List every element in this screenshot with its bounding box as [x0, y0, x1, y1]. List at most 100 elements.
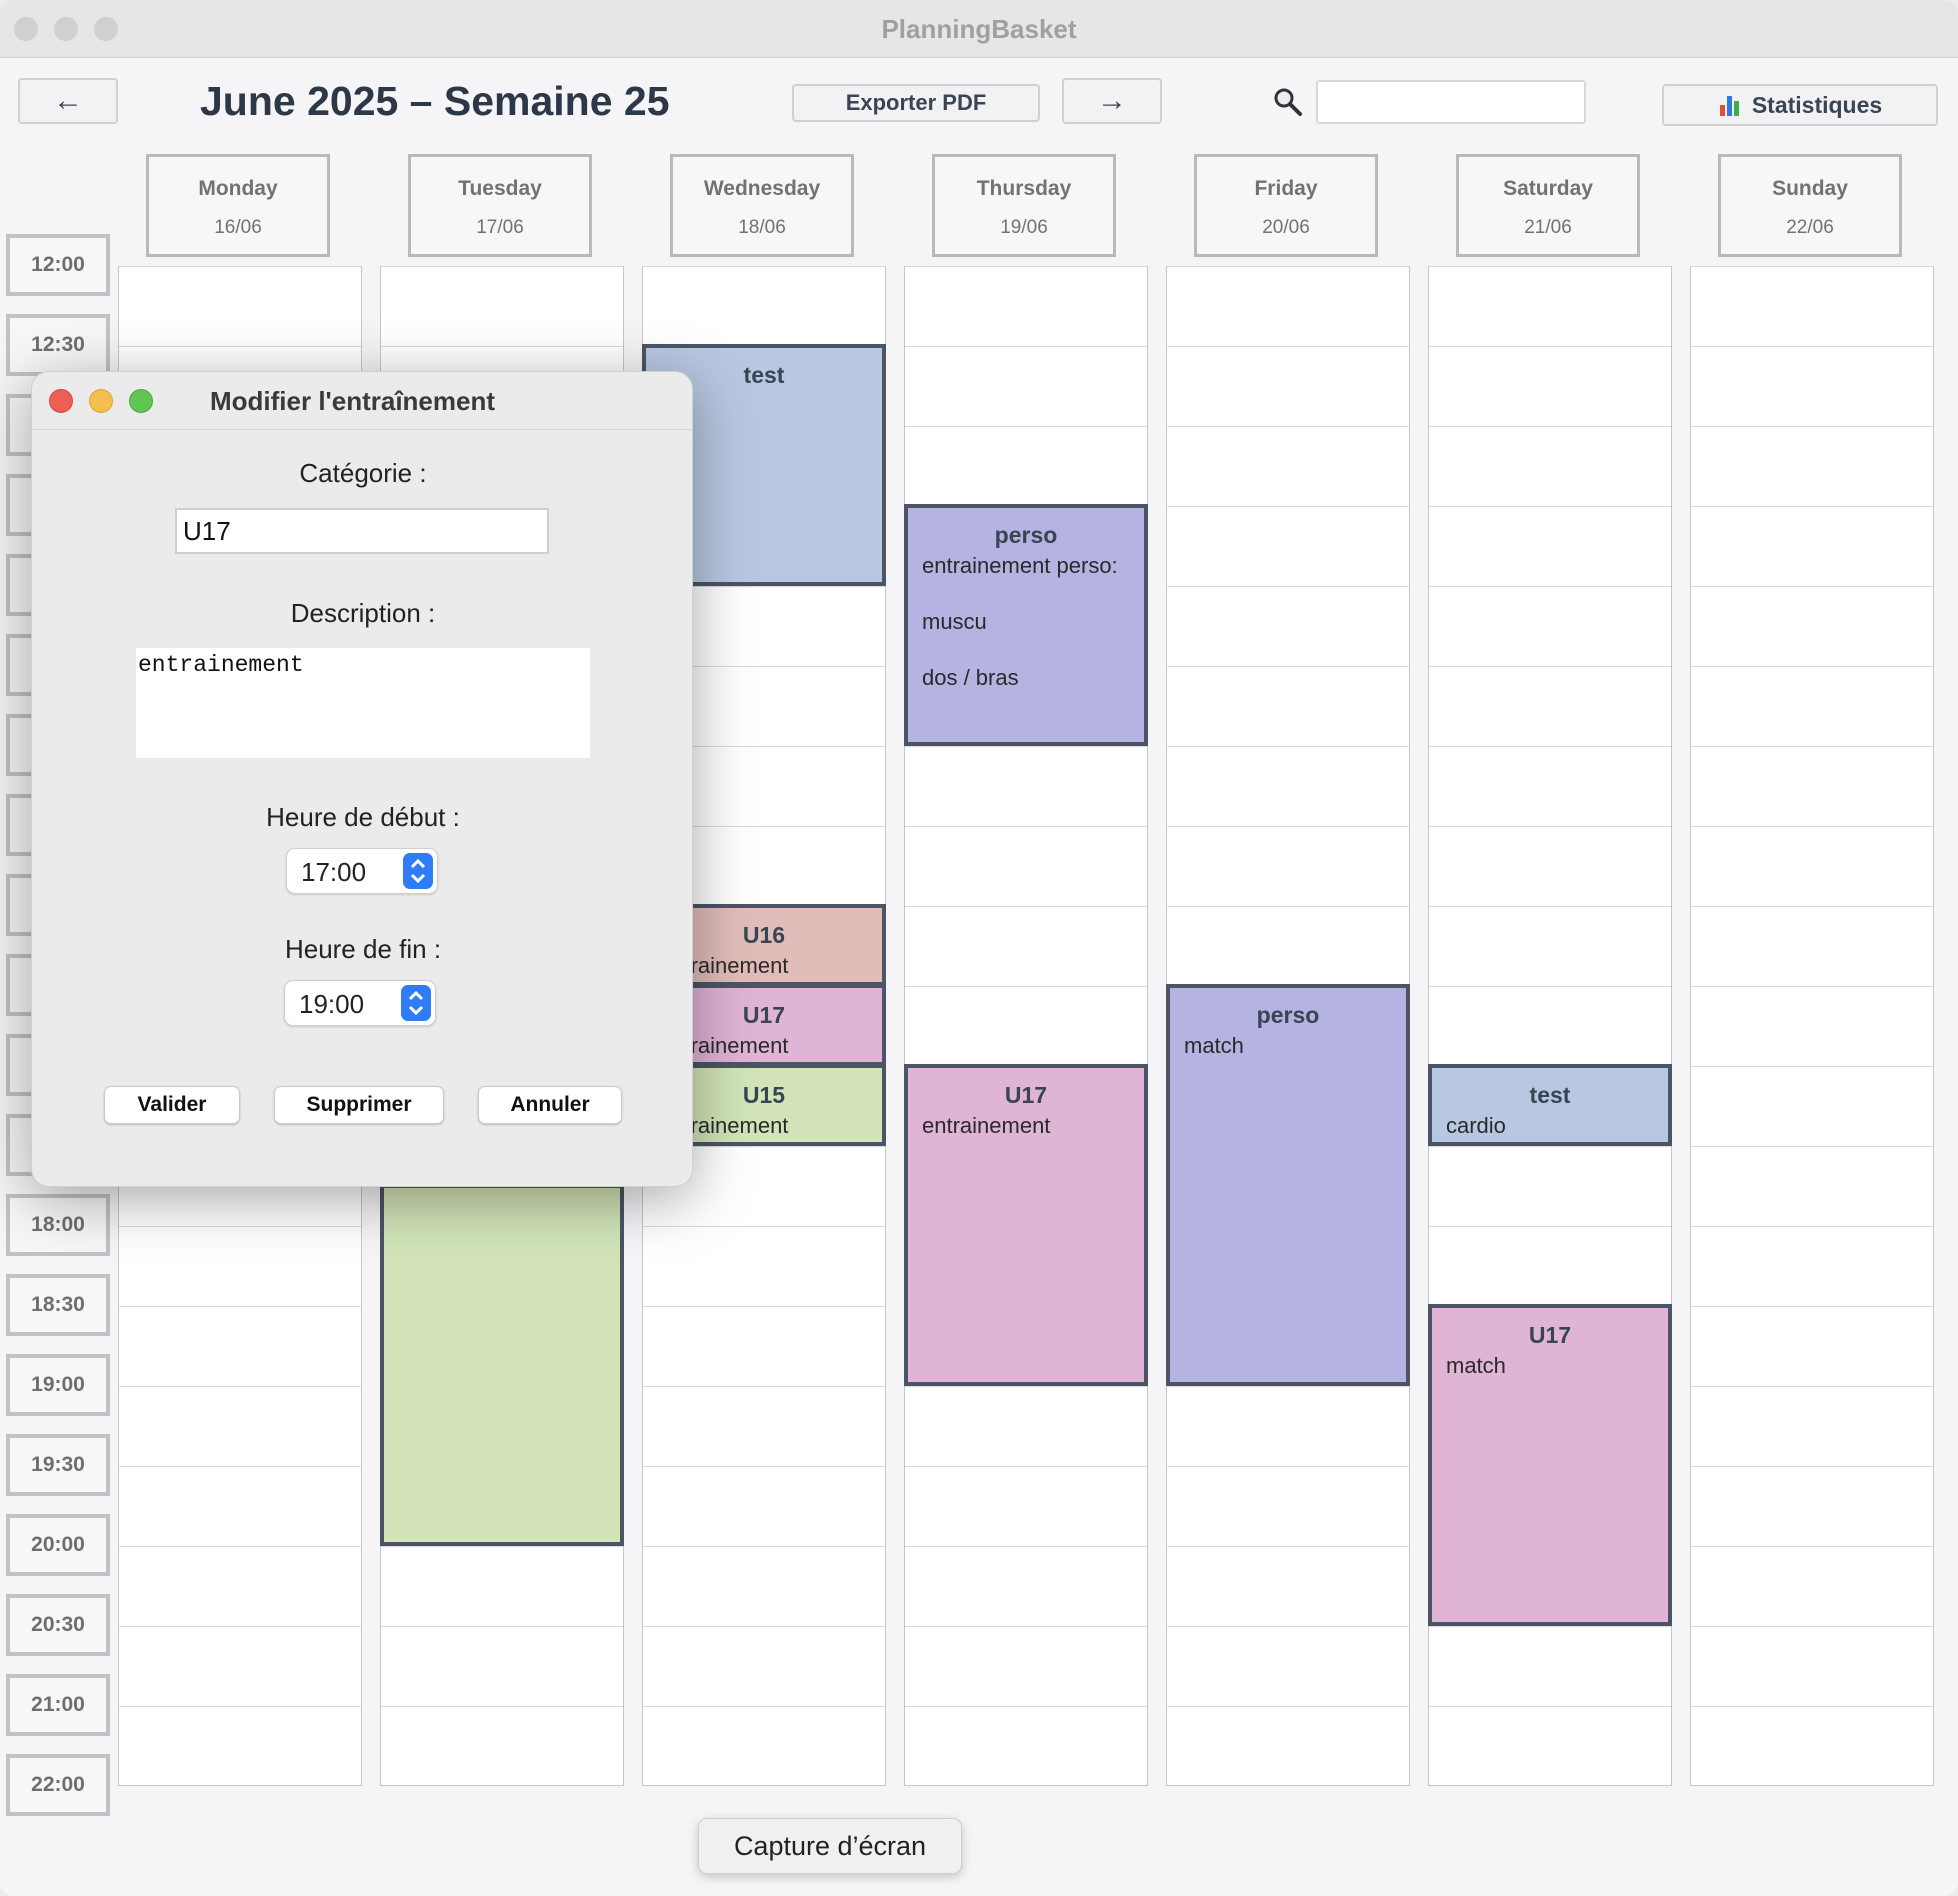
time-slot[interactable]: [905, 1626, 1147, 1706]
time-slot[interactable]: [1691, 746, 1933, 826]
time-slot[interactable]: [1691, 506, 1933, 586]
time-slot[interactable]: [1691, 266, 1933, 346]
time-slot[interactable]: [1691, 426, 1933, 506]
prev-week-button[interactable]: ←: [18, 78, 118, 124]
time-slot[interactable]: [1691, 1066, 1933, 1146]
dialog-zoom-button[interactable]: [129, 389, 153, 413]
time-slot[interactable]: [1429, 266, 1671, 346]
time-slot[interactable]: [119, 1546, 361, 1626]
category-input[interactable]: [175, 508, 549, 554]
time-slot[interactable]: [1167, 746, 1409, 826]
event-block[interactable]: [380, 1184, 624, 1546]
time-slot[interactable]: [1691, 906, 1933, 986]
next-week-button[interactable]: →: [1062, 78, 1162, 124]
time-slot[interactable]: [1429, 666, 1671, 746]
dialog-minimize-button[interactable]: [89, 389, 113, 413]
export-pdf-button[interactable]: Exporter PDF: [792, 84, 1040, 122]
dialog-close-button[interactable]: [49, 389, 73, 413]
time-slot[interactable]: [1167, 1386, 1409, 1466]
time-slot[interactable]: [1429, 506, 1671, 586]
time-slot[interactable]: [1167, 906, 1409, 986]
time-slot[interactable]: [1167, 666, 1409, 746]
time-slot[interactable]: [643, 266, 885, 346]
time-slot[interactable]: [905, 266, 1147, 346]
time-slot[interactable]: [1429, 1706, 1671, 1786]
validate-button[interactable]: Valider: [104, 1086, 240, 1124]
time-slot[interactable]: [1691, 1466, 1933, 1546]
time-slot[interactable]: [905, 1546, 1147, 1626]
event-block[interactable]: U17 match: [1428, 1304, 1672, 1626]
time-slot[interactable]: [905, 426, 1147, 506]
time-slot[interactable]: [1167, 826, 1409, 906]
time-slot[interactable]: [1691, 1226, 1933, 1306]
time-slot[interactable]: [1691, 1546, 1933, 1626]
time-slot[interactable]: [119, 266, 361, 346]
time-slot[interactable]: [643, 1706, 885, 1786]
time-slot[interactable]: [643, 1306, 885, 1386]
event-block[interactable]: test cardio: [1428, 1064, 1672, 1146]
time-slot[interactable]: [1429, 1626, 1671, 1706]
time-slot[interactable]: [119, 1466, 361, 1546]
time-slot[interactable]: [1691, 1386, 1933, 1466]
event-block[interactable]: perso entrainement perso: muscu dos / bras: [904, 504, 1148, 746]
time-slot[interactable]: [1691, 1626, 1933, 1706]
event-block[interactable]: U17 entrainement: [904, 1064, 1148, 1386]
time-slot[interactable]: [643, 1226, 885, 1306]
time-slot[interactable]: [1167, 1626, 1409, 1706]
time-slot[interactable]: [1429, 1146, 1671, 1226]
end-time-stepper[interactable]: [401, 985, 431, 1021]
time-slot[interactable]: [1691, 1706, 1933, 1786]
time-slot[interactable]: [119, 1386, 361, 1466]
time-slot[interactable]: [643, 1626, 885, 1706]
start-time-stepper[interactable]: [403, 853, 433, 889]
time-slot[interactable]: [1167, 426, 1409, 506]
time-slot[interactable]: [1429, 986, 1671, 1066]
time-slot[interactable]: [1167, 586, 1409, 666]
description-textarea[interactable]: entrainement: [136, 648, 590, 758]
end-time-spinner[interactable]: 19:00: [284, 980, 436, 1026]
time-slot[interactable]: [643, 1546, 885, 1626]
cancel-button[interactable]: Annuler: [478, 1086, 622, 1124]
time-slot[interactable]: [1429, 426, 1671, 506]
time-slot[interactable]: [905, 826, 1147, 906]
time-slot[interactable]: [119, 1626, 361, 1706]
time-slot[interactable]: [905, 1466, 1147, 1546]
time-slot[interactable]: [905, 346, 1147, 426]
time-slot[interactable]: [1429, 746, 1671, 826]
time-slot[interactable]: [1429, 1226, 1671, 1306]
time-slot[interactable]: [1691, 666, 1933, 746]
statistics-button[interactable]: Statistiques: [1662, 84, 1938, 126]
time-slot[interactable]: [119, 1706, 361, 1786]
time-slot[interactable]: [905, 746, 1147, 826]
time-slot[interactable]: [643, 1386, 885, 1466]
time-slot[interactable]: [905, 1706, 1147, 1786]
event-block[interactable]: perso match: [1166, 984, 1410, 1386]
time-slot[interactable]: [381, 266, 623, 346]
time-slot[interactable]: [1691, 826, 1933, 906]
time-slot[interactable]: [1691, 1306, 1933, 1386]
time-slot[interactable]: [1691, 586, 1933, 666]
time-slot[interactable]: [1429, 906, 1671, 986]
time-slot[interactable]: [1691, 346, 1933, 426]
time-slot[interactable]: [1691, 1146, 1933, 1226]
time-slot[interactable]: [1167, 1546, 1409, 1626]
time-slot[interactable]: [381, 1626, 623, 1706]
time-slot[interactable]: [1167, 266, 1409, 346]
time-slot[interactable]: [1167, 1706, 1409, 1786]
time-slot[interactable]: [1167, 346, 1409, 426]
time-slot[interactable]: [1167, 1466, 1409, 1546]
time-slot[interactable]: [1429, 826, 1671, 906]
search-input[interactable]: [1316, 80, 1586, 124]
time-slot[interactable]: [1167, 506, 1409, 586]
time-slot[interactable]: [381, 1546, 623, 1626]
start-time-spinner[interactable]: 17:00: [286, 848, 438, 894]
time-slot[interactable]: [643, 1466, 885, 1546]
time-slot[interactable]: [1429, 346, 1671, 426]
time-slot[interactable]: [1691, 986, 1933, 1066]
delete-button[interactable]: Supprimer: [274, 1086, 444, 1124]
time-slot[interactable]: [381, 1706, 623, 1786]
time-slot[interactable]: [119, 1226, 361, 1306]
time-slot[interactable]: [905, 1386, 1147, 1466]
time-slot[interactable]: [905, 986, 1147, 1066]
time-slot[interactable]: [1429, 586, 1671, 666]
